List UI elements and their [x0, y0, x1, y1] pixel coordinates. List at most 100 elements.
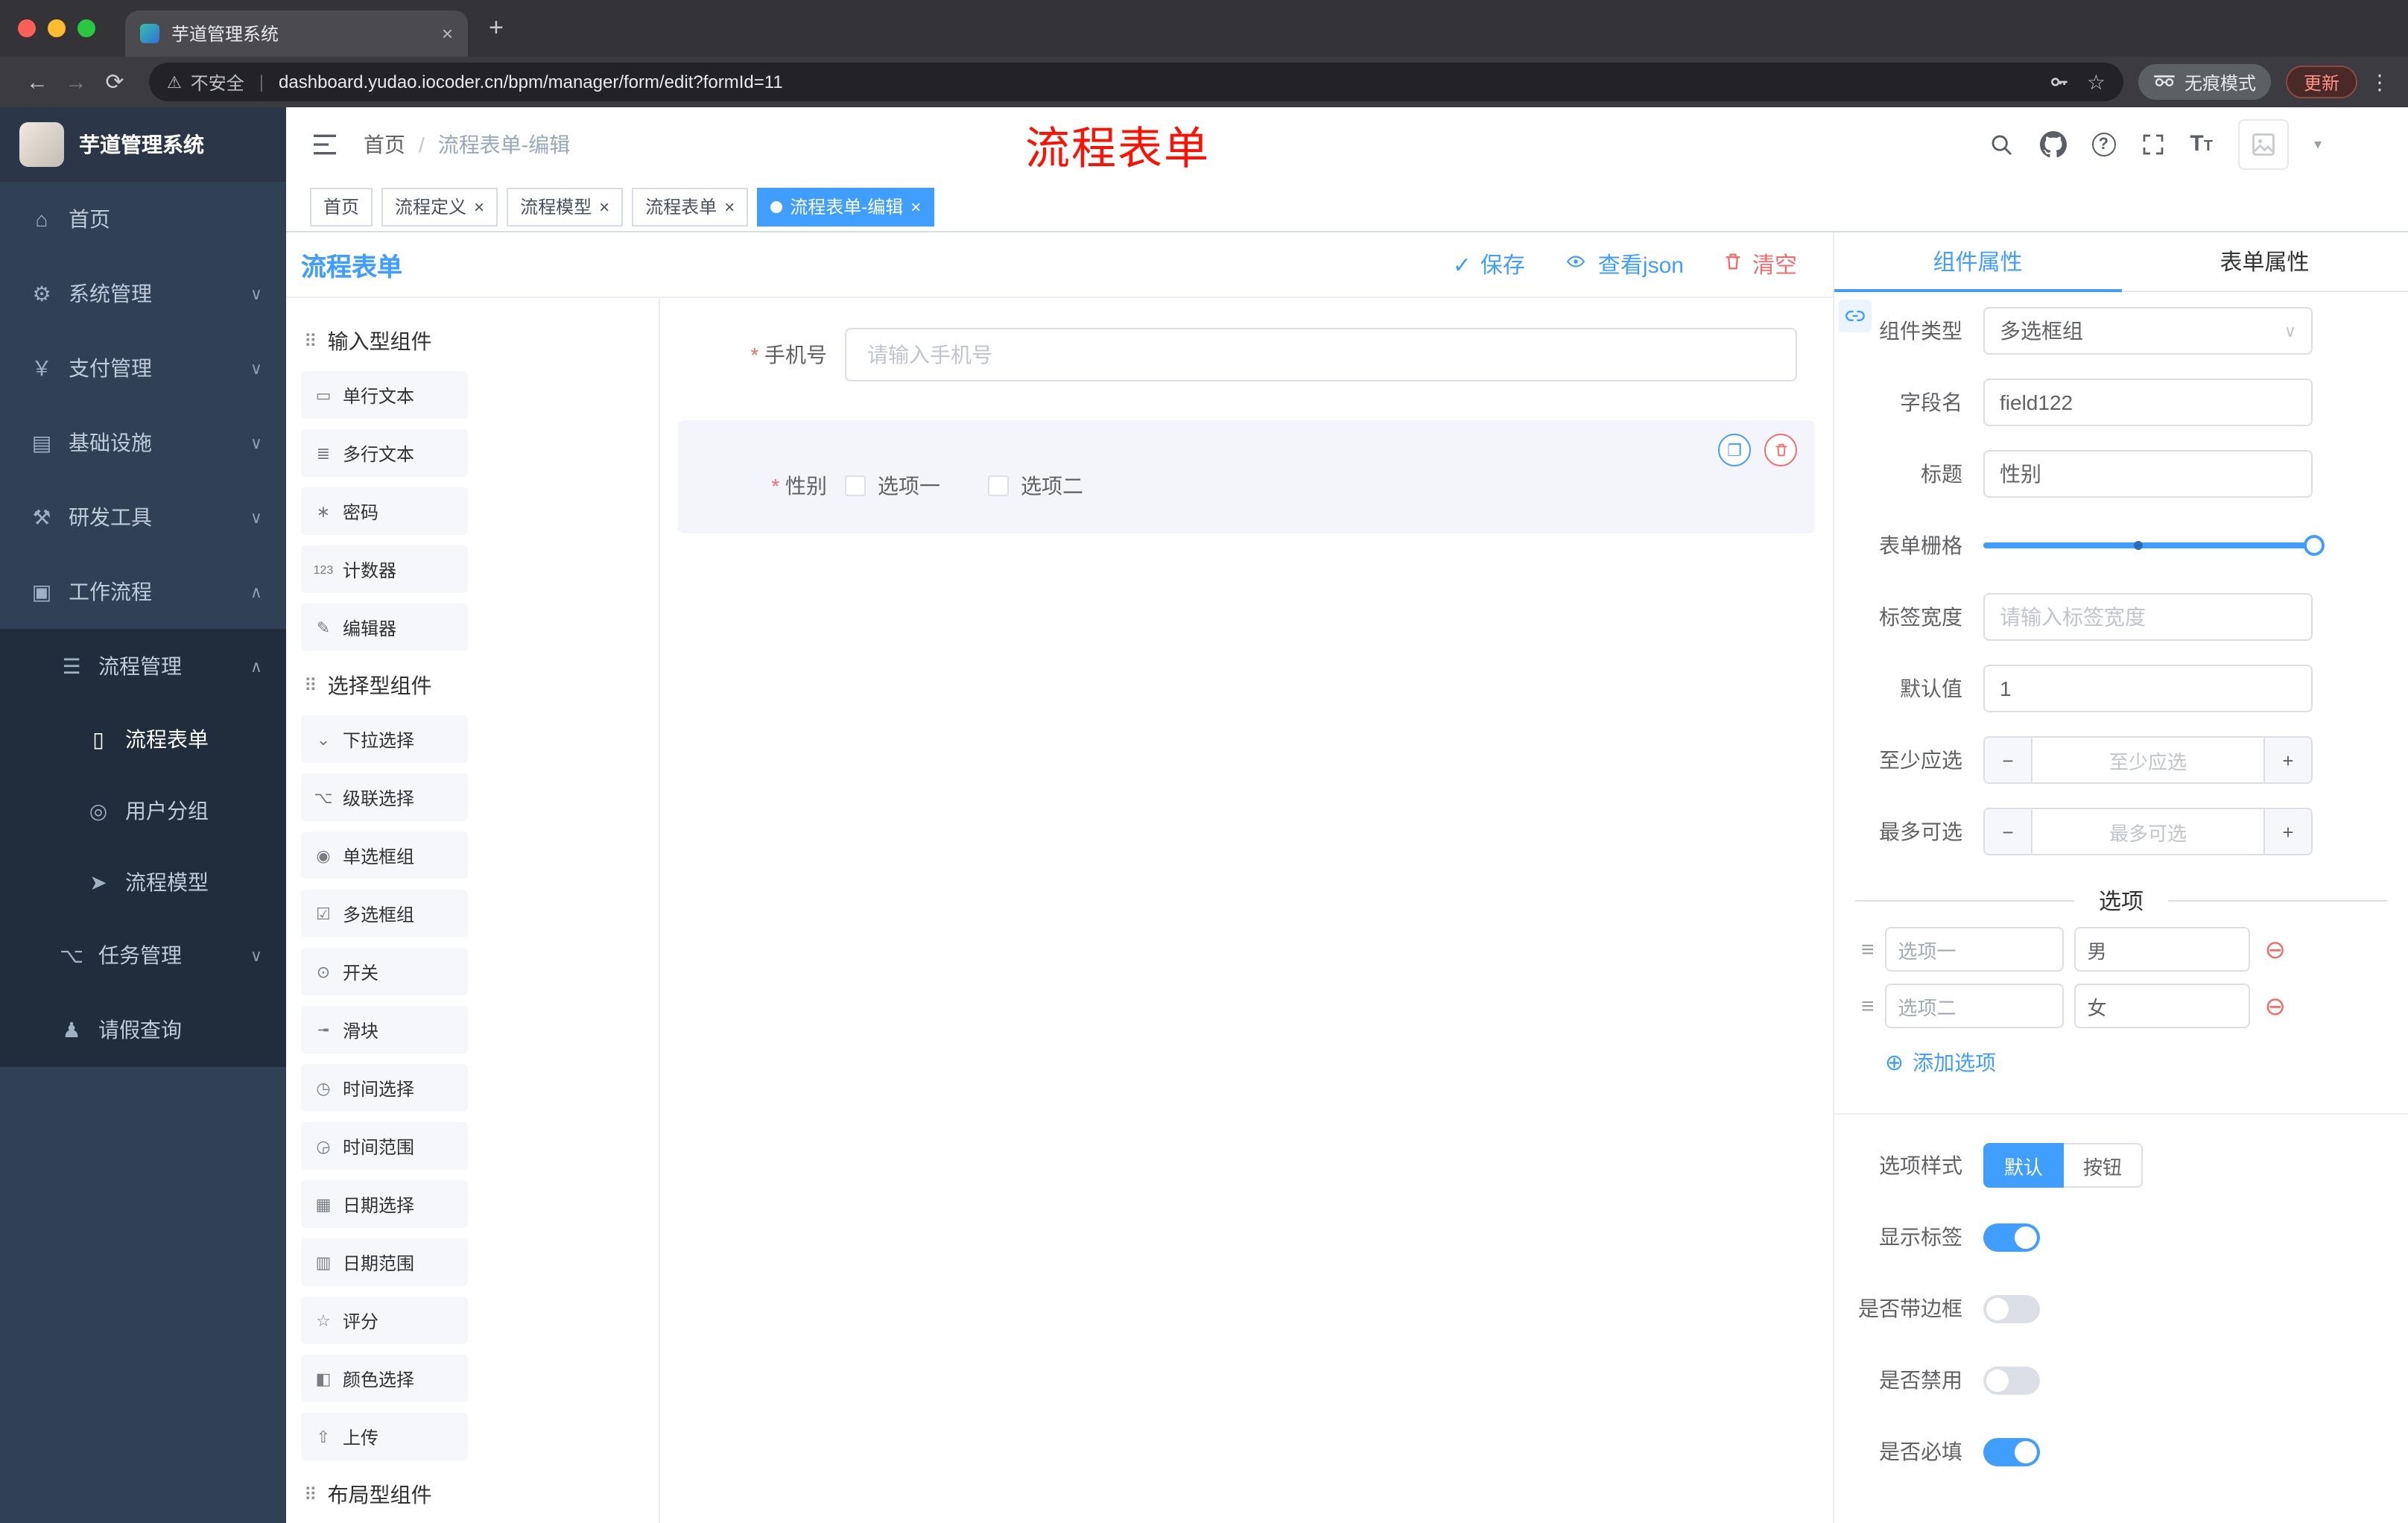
browser-tab[interactable]: 芋道管理系统 × [125, 10, 468, 57]
palette-item-date-picker[interactable]: ▦ 日期选择 [301, 1180, 468, 1228]
palette-item-rate[interactable]: ☆ 评分 [301, 1296, 468, 1344]
sidebar-item-workflow[interactable]: ▣ 工作流程 ∧ [0, 554, 286, 629]
tab-form-props[interactable]: 表单属性 [2121, 232, 2408, 291]
url-text[interactable]: dashboard.yudao.iocoder.cn/bpm/manager/f… [279, 72, 783, 92]
palette-item-select[interactable]: ⌄ 下拉选择 [301, 715, 468, 763]
link-icon[interactable] [1839, 300, 1872, 332]
palette-item-editor[interactable]: ✎ 编辑器 [301, 604, 468, 651]
forward-icon[interactable]: → [57, 69, 95, 95]
add-option-button[interactable]: ⊕ 添加选项 [1834, 1034, 2408, 1077]
sidebar-item-process-form[interactable]: ▯ 流程表单 [0, 703, 286, 775]
option-2-value-input[interactable] [2073, 984, 2250, 1028]
style-button-button[interactable]: 按钮 [2064, 1143, 2144, 1188]
tag-process-model[interactable]: 流程模型 × [507, 187, 624, 226]
grid-slider[interactable] [1983, 535, 2325, 556]
security-label[interactable]: 不安全 [191, 69, 244, 95]
font-size-icon[interactable]: TT [2190, 131, 2213, 158]
option-drag-icon[interactable]: ≡ [1861, 937, 1875, 962]
fullscreen-icon[interactable] [2141, 133, 2164, 156]
gender-option-2-checkbox[interactable]: 选项二 [988, 471, 1083, 501]
label-width-input[interactable] [1983, 593, 2313, 641]
canvas-field-phone[interactable]: 手机号 [678, 328, 1815, 381]
url-bar[interactable]: ⚠ 不安全 | dashboard.yudao.iocoder.cn/bpm/m… [149, 63, 2123, 101]
tag-process-form[interactable]: 流程表单 × [632, 187, 749, 226]
disabled-toggle[interactable] [1983, 1366, 2040, 1394]
canvas-widget-gender-selected[interactable]: ❐ 性别 选项一 选项二 [678, 420, 1815, 533]
tab-close-icon[interactable]: × [442, 22, 453, 45]
tab-component-props[interactable]: 组件属性 [1834, 232, 2121, 292]
tag-close-icon[interactable]: × [724, 196, 735, 217]
option-2-label-input[interactable] [1884, 984, 2064, 1028]
help-icon[interactable]: ? [2091, 133, 2116, 156]
user-avatar[interactable] [2237, 119, 2289, 170]
field-name-input[interactable] [1983, 379, 2313, 426]
border-toggle[interactable] [1983, 1294, 2040, 1323]
tag-close-icon[interactable]: × [599, 196, 609, 217]
sidebar-item-leave-query[interactable]: ♟ 请假查询 [0, 992, 286, 1067]
palette-item-single-text[interactable]: ▭ 单行文本 [301, 371, 468, 419]
copy-widget-icon[interactable]: ❐ [1718, 434, 1751, 466]
palette-item-time-picker[interactable]: ◷ 时间选择 [301, 1064, 468, 1112]
palette-item-checkbox-group[interactable]: ☑ 多选框组 [301, 890, 468, 937]
sidebar-item-devtools[interactable]: ⚒ 研发工具 ∨ [0, 480, 286, 554]
style-default-button[interactable]: 默认 [1983, 1143, 2065, 1188]
breadcrumb-home[interactable]: 首页 [364, 130, 405, 159]
form-canvas[interactable]: 手机号 ❐ 性 [660, 298, 1833, 1523]
hamburger-icon[interactable] [310, 130, 340, 159]
palette-item-password[interactable]: ∗ 密码 [301, 487, 468, 535]
palette-item-date-range[interactable]: ▥ 日期范围 [301, 1238, 468, 1286]
option-1-value-input[interactable] [2073, 927, 2250, 972]
clear-button[interactable]: 清空 [1723, 249, 1797, 280]
browser-menu-icon[interactable]: ⋮ [2369, 69, 2390, 95]
palette-item-counter[interactable]: 123 计数器 [301, 545, 468, 593]
github-icon[interactable] [2039, 131, 2067, 158]
palette-item-time-range[interactable]: ◶ 时间范围 [301, 1122, 468, 1170]
increase-button[interactable]: + [2263, 738, 2311, 782]
bookmark-star-icon[interactable]: ☆ [2087, 69, 2106, 95]
back-icon[interactable]: ← [18, 69, 57, 95]
sidebar-item-process-model[interactable]: ➤ 流程模型 [0, 846, 286, 918]
component-type-select[interactable]: 多选框组 ∨ [1983, 307, 2313, 355]
save-button[interactable]: ✓ 保存 [1453, 249, 1525, 280]
phone-input[interactable] [845, 328, 1797, 381]
zoom-window-button[interactable] [77, 19, 95, 37]
reload-icon[interactable]: ⟳ [95, 69, 134, 95]
remove-option-icon[interactable]: ⊖ [2265, 993, 2287, 1019]
option-1-label-input[interactable] [1884, 927, 2064, 972]
minimize-window-button[interactable] [48, 19, 66, 37]
new-tab-button[interactable]: + [489, 13, 504, 43]
show-label-toggle[interactable] [1983, 1223, 2040, 1251]
tag-home[interactable]: 首页 [310, 187, 373, 226]
title-input[interactable] [1983, 450, 2313, 498]
search-icon[interactable] [1989, 132, 2014, 157]
tag-process-form-edit[interactable]: 流程表单-编辑 × [757, 187, 935, 226]
sidebar-item-process-mgmt[interactable]: ☰ 流程管理 ∧ [0, 629, 286, 703]
palette-item-multi-text[interactable]: ≣ 多行文本 [301, 429, 468, 477]
sidebar-item-task-mgmt[interactable]: ⌥ 任务管理 ∨ [0, 918, 286, 992]
palette-item-color-picker[interactable]: ◧ 颜色选择 [301, 1355, 468, 1402]
increase-button[interactable]: + [2263, 809, 2311, 854]
required-toggle[interactable] [1983, 1437, 2040, 1466]
sidebar-item-home[interactable]: ⌂ 首页 [0, 182, 286, 256]
decrease-button[interactable]: − [1985, 809, 2032, 854]
decrease-button[interactable]: − [1985, 738, 2032, 782]
palette-item-radio-group[interactable]: ◉ 单选框组 [301, 832, 468, 879]
default-value-input[interactable] [1983, 665, 2313, 712]
palette-item-upload[interactable]: ⇧ 上传 [301, 1413, 468, 1460]
tag-close-icon[interactable]: × [910, 196, 921, 217]
sidebar-item-infra[interactable]: ▤ 基础设施 ∨ [0, 405, 286, 480]
gender-option-1-checkbox[interactable]: 选项一 [845, 471, 940, 501]
palette-item-slider[interactable]: ╼ 滑块 [301, 1006, 468, 1054]
max-select-value[interactable]: 最多可选 [2032, 809, 2263, 854]
sidebar-item-user-group[interactable]: ◎ 用户分组 [0, 775, 286, 846]
password-key-icon[interactable] [2048, 70, 2072, 94]
tag-close-icon[interactable]: × [474, 196, 484, 217]
slider-handle[interactable] [2304, 535, 2325, 556]
delete-widget-icon[interactable] [1764, 434, 1797, 466]
sidebar-item-payment[interactable]: ￥ 支付管理 ∨ [0, 331, 286, 405]
tag-process-definition[interactable]: 流程定义 × [381, 187, 498, 226]
option-drag-icon[interactable]: ≡ [1861, 993, 1875, 1019]
close-window-button[interactable] [18, 19, 36, 37]
remove-option-icon[interactable]: ⊖ [2265, 937, 2287, 962]
view-json-button[interactable]: 查看json [1564, 249, 1684, 280]
